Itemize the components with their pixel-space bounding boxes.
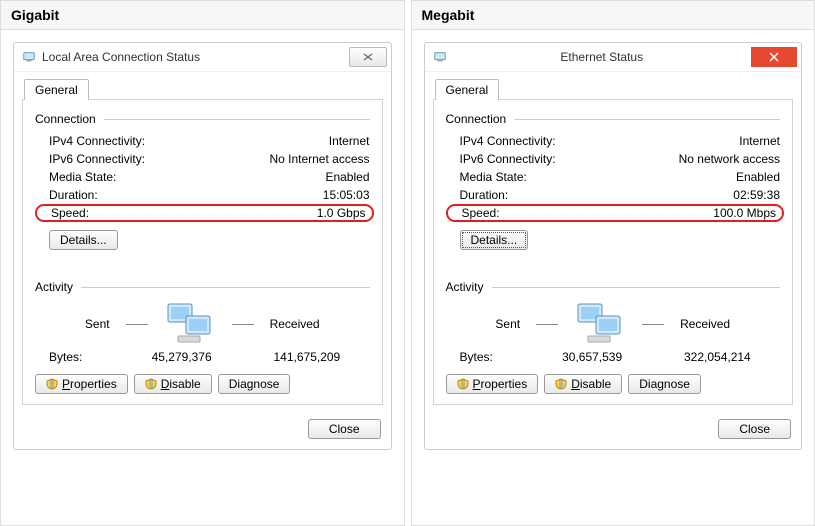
ipv6-value: No Internet access [269,152,369,166]
shield-icon [457,378,469,390]
dialog-title: Local Area Connection Status [42,50,349,64]
speed-row-highlighted: Speed: 100.0 Mbps [446,204,785,222]
close-button[interactable]: Close [308,419,381,439]
bytes-sent-value: 30,657,539 [530,350,655,364]
titlebar: Ethernet Status [425,43,802,72]
media-state-value: Enabled [736,170,780,184]
duration-value: 15:05:03 [323,188,370,202]
activity-group: Activity [35,280,370,294]
disable-button[interactable]: Disable [134,374,212,394]
network-adapter-icon [22,50,36,64]
tab-general[interactable]: General [435,79,500,100]
diagnose-button[interactable]: Diagnose [218,374,291,394]
sent-label: Sent [85,317,110,331]
panel-header: Gigabit [1,1,404,30]
close-icon[interactable] [751,47,797,67]
received-label: Received [680,317,730,331]
details-button[interactable]: Details... [49,230,118,250]
ipv4-label: IPv4 Connectivity: [49,134,145,148]
divider [126,324,148,325]
speed-value: 100.0 Mbps [713,206,776,220]
connection-status-dialog: Local Area Connection Status General Con… [13,42,392,450]
properties-button[interactable]: Properties [35,374,128,394]
ipv6-label: IPv6 Connectivity: [49,152,145,166]
duration-label: Duration: [49,188,98,202]
media-state-label: Media State: [49,170,116,184]
network-adapter-icon [433,50,447,64]
speed-label: Speed: [462,206,500,220]
titlebar: Local Area Connection Status [14,43,391,72]
connection-status-dialog: Ethernet Status General Connection IPv4 … [424,42,803,450]
close-icon[interactable] [349,47,387,67]
shield-icon [555,378,567,390]
bytes-sent-value: 45,279,376 [119,350,244,364]
connection-group: Connection [446,112,781,126]
two-computers-icon [164,302,216,346]
bytes-label: Bytes: [460,350,530,364]
shield-icon [46,378,58,390]
panel-megabit: Megabit Ethernet Status General Connecti… [411,0,815,526]
bytes-received-value: 141,675,209 [244,350,369,364]
duration-label: Duration: [460,188,509,202]
ipv4-value: Internet [739,134,780,148]
diagnose-button[interactable]: Diagnose [628,374,701,394]
divider [536,324,558,325]
speed-label: Speed: [51,206,89,220]
speed-value: 1.0 Gbps [317,206,366,220]
ipv4-label: IPv4 Connectivity: [460,134,556,148]
dialog-title: Ethernet Status [453,50,752,64]
media-state-label: Media State: [460,170,527,184]
sent-label: Sent [495,317,520,331]
ipv4-value: Internet [329,134,370,148]
activity-group: Activity [446,280,781,294]
divider [642,324,664,325]
properties-button[interactable]: Properties [446,374,539,394]
shield-icon [145,378,157,390]
bytes-received-value: 322,054,214 [655,350,780,364]
media-state-value: Enabled [325,170,369,184]
ipv6-value: No network access [679,152,780,166]
duration-value: 02:59:38 [733,188,780,202]
received-label: Received [270,317,320,331]
details-button[interactable]: Details... [460,230,529,250]
divider [232,324,254,325]
panel-header: Megabit [412,1,815,30]
close-button[interactable]: Close [718,419,791,439]
speed-row-highlighted: Speed: 1.0 Gbps [35,204,374,222]
disable-button[interactable]: Disable [544,374,622,394]
ipv6-label: IPv6 Connectivity: [460,152,556,166]
connection-group: Connection [35,112,370,126]
bytes-label: Bytes: [49,350,119,364]
panel-gigabit: Gigabit Local Area Connection Status Gen… [0,0,405,526]
two-computers-icon [574,302,626,346]
tab-general[interactable]: General [24,79,89,100]
